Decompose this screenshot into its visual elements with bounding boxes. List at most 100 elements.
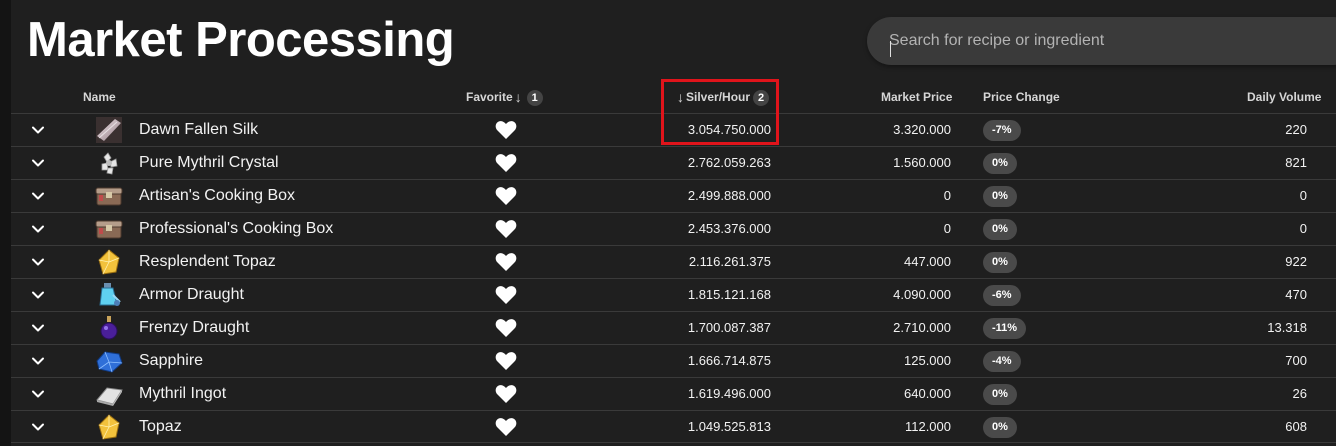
item-name[interactable]: Armor Draught (139, 279, 244, 311)
price-change-badge: -7% (983, 120, 1021, 141)
market-price-value: 3.320.000 (893, 122, 951, 137)
table-header: Name Favorite ↓ 1 ↓ Silver/Hour 2 Market Pri… (11, 81, 1336, 113)
price-change-badge: -4% (983, 351, 1021, 372)
column-header-market-price[interactable]: Market Price (881, 81, 952, 113)
silver-per-hour-value: 2.453.376.000 (687, 221, 771, 236)
item-name[interactable]: Artisan's Cooking Box (139, 180, 295, 212)
daily-volume-value: 220 (1285, 122, 1307, 137)
item-name[interactable]: Sapphire (139, 345, 203, 377)
heart-favorite-icon[interactable] (495, 384, 517, 404)
daily-volume-value: 470 (1285, 287, 1307, 302)
table-row[interactable]: Artisan's Cooking Box 2.499.888.000 0 0% 0 (11, 179, 1336, 212)
chevron-down-icon[interactable] (31, 354, 45, 368)
cooking-box-icon (95, 215, 123, 243)
market-price-value: 0 (943, 221, 951, 236)
table-row[interactable]: Topaz 1.049.525.813 112.000 0% 608 (11, 410, 1336, 443)
market-price-value: 0 (943, 188, 951, 203)
text-caret (890, 41, 891, 57)
item-name[interactable]: Pure Mythril Crystal (139, 147, 279, 179)
chevron-down-icon[interactable] (31, 156, 45, 170)
column-header-name-label: Name (83, 90, 116, 104)
window-edge (0, 0, 11, 446)
heart-favorite-icon[interactable] (495, 252, 517, 272)
chevron-down-icon[interactable] (31, 222, 45, 236)
column-header-silver-hour[interactable]: ↓ Silver/Hour 2 (675, 81, 770, 113)
item-name[interactable]: Professional's Cooking Box (139, 213, 333, 245)
market-price-value: 112.000 (904, 419, 951, 434)
chevron-down-icon[interactable] (31, 255, 45, 269)
column-header-silver-hour-label: Silver/Hour (686, 90, 751, 104)
heart-favorite-icon[interactable] (495, 186, 517, 206)
daily-volume-value: 0 (1299, 188, 1307, 203)
price-change-badge: -11% (983, 318, 1027, 339)
price-change-badge: 0% (983, 384, 1017, 405)
heart-favorite-icon[interactable] (495, 153, 517, 173)
chevron-down-icon[interactable] (31, 387, 45, 401)
silver-per-hour-value: 2.116.261.375 (688, 254, 771, 269)
silver-per-hour-value: 1.815.121.168 (687, 287, 771, 302)
chevron-down-icon[interactable] (31, 189, 45, 203)
item-name[interactable]: Topaz (139, 411, 182, 443)
heart-favorite-icon[interactable] (495, 120, 517, 140)
chevron-down-icon[interactable] (31, 288, 45, 302)
column-header-favorite[interactable]: Favorite ↓ 1 (466, 81, 543, 113)
price-change-badge: -6% (983, 285, 1021, 306)
table-row[interactable]: Frenzy Draught 1.700.087.387 2.710.000 -11%… (11, 311, 1336, 344)
market-price-value: 125.000 (904, 353, 951, 368)
heart-favorite-icon[interactable] (495, 351, 517, 371)
market-processing-app: Market Processing Name Favorite↓1 ↓Silve… (0, 0, 1336, 446)
table-row[interactable]: Mythril Ingot 1.619.496.000 640.000 0% 26 (11, 377, 1336, 410)
table-row[interactable]: Armor Draught 1.815.121.168 4.090.000 -6% 47… (11, 278, 1336, 311)
chevron-down-icon[interactable] (31, 321, 45, 335)
column-header-market-price-label: Market Price (881, 90, 953, 104)
heart-favorite-icon[interactable] (495, 417, 517, 437)
market-price-value: 640.000 (904, 386, 951, 401)
daily-volume-value: 0 (1299, 221, 1307, 236)
table-row[interactable]: Resplendent Topaz 2.116.261.375 447.000 0% 9… (11, 245, 1336, 278)
page-title: Market Processing (27, 13, 455, 67)
sort-descending-icon: ↓ (514, 89, 522, 105)
item-name[interactable]: Frenzy Draught (139, 312, 249, 344)
daily-volume-value: 13.318 (1267, 320, 1307, 335)
table-row[interactable]: Sapphire 1.666.714.875 125.000 -4% 700 (11, 344, 1336, 377)
item-name[interactable]: Resplendent Topaz (139, 246, 276, 278)
topaz-icon (95, 248, 123, 276)
column-header-price-change[interactable]: Price Change (983, 81, 1060, 113)
daily-volume-value: 922 (1285, 254, 1307, 269)
table-row[interactable]: Pure Mythril Crystal 2.762.059.263 1.560.0… (11, 146, 1336, 179)
daily-volume-value: 26 (1292, 386, 1307, 401)
topaz-icon (95, 413, 123, 441)
sapphire-icon (95, 347, 123, 375)
heart-favorite-icon[interactable] (495, 285, 517, 305)
heart-favorite-icon[interactable] (495, 219, 517, 239)
potion-flask-icon (95, 314, 123, 342)
column-header-daily-volume[interactable]: Daily Volume (1247, 81, 1321, 113)
column-header-favorite-label: Favorite (466, 90, 513, 104)
market-price-value: 4.090.000 (893, 287, 951, 302)
daily-volume-value: 700 (1285, 353, 1307, 368)
silver-per-hour-value: 3.054.750.000 (687, 122, 771, 137)
silver-per-hour-value: 1.666.714.875 (687, 353, 771, 368)
sort-order-badge: 2 (753, 90, 770, 106)
item-name[interactable]: Dawn Fallen Silk (139, 114, 258, 146)
price-change-badge: 0% (983, 153, 1017, 174)
crystal-icon (95, 149, 123, 177)
silver-per-hour-value: 2.499.888.000 (687, 188, 771, 203)
daily-volume-value: 608 (1285, 419, 1307, 434)
column-header-name[interactable]: Name (83, 81, 116, 113)
heart-favorite-icon[interactable] (495, 318, 517, 338)
search-input[interactable] (889, 17, 1319, 65)
price-change-badge: 0% (983, 219, 1017, 240)
sort-descending-icon: ↓ (677, 89, 684, 105)
cooking-box-icon (95, 182, 123, 210)
table-body: Dawn Fallen Silk 3.054.750.000 3.320.000 -7… (11, 113, 1336, 443)
chevron-down-icon[interactable] (31, 123, 45, 137)
table-row[interactable]: Dawn Fallen Silk 3.054.750.000 3.320.000 -7… (11, 113, 1336, 146)
table-row[interactable]: Professional's Cooking Box 2.453.376.000 0… (11, 212, 1336, 245)
daily-volume-value: 821 (1285, 155, 1307, 170)
search-bar[interactable] (867, 17, 1336, 65)
chevron-down-icon[interactable] (31, 420, 45, 434)
item-name[interactable]: Mythril Ingot (139, 378, 226, 410)
ingot-icon (95, 380, 123, 408)
silk-icon (95, 116, 123, 144)
